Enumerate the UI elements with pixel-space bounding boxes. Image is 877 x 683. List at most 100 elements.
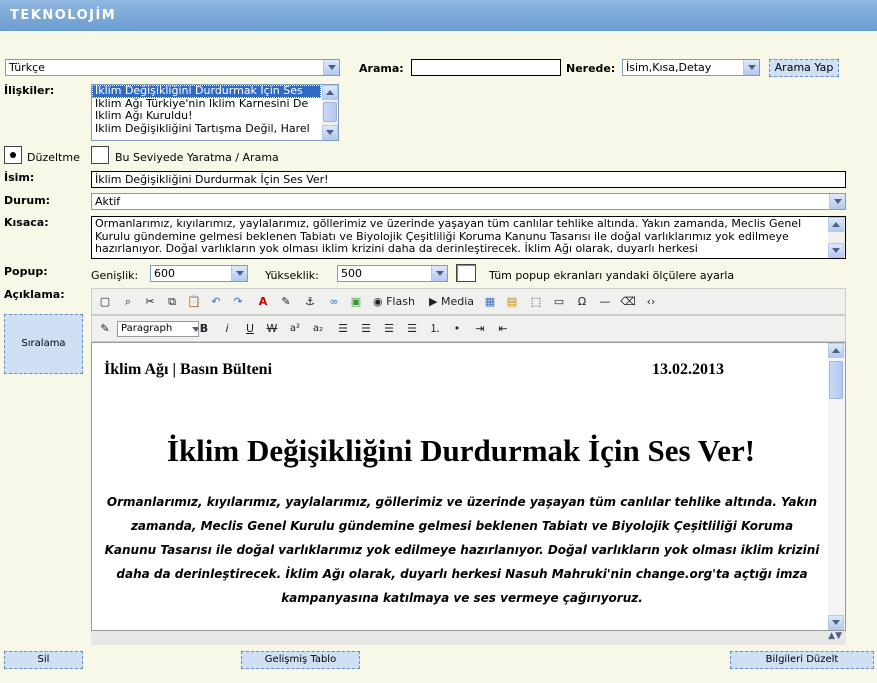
chevron-down-icon xyxy=(231,266,247,281)
chevron-down-icon xyxy=(431,266,447,281)
anchor-icon[interactable]: ⚓ xyxy=(302,294,318,310)
chevron-down-icon xyxy=(829,194,845,209)
delete-button[interactable]: Sil xyxy=(4,651,83,669)
editor-toolbar-1: ▢ ⌕ ✂ ⧉ 📋 ↶ ↷ A ✎ ⚓ ∞ ▣ ◉ Flash ▶ Media … xyxy=(91,288,846,315)
table-props-icon[interactable]: ▤ xyxy=(504,294,520,310)
scroll-up-icon[interactable] xyxy=(322,85,338,100)
html-source-icon[interactable]: ‹› xyxy=(643,294,659,310)
document-body: Ormanlarımız, kıyılarımız, yaylalarımız,… xyxy=(104,495,820,605)
undo-icon[interactable]: ↶ xyxy=(208,294,224,310)
name-field[interactable]: İklim Değişikliğini Durdurmak İçin Ses V… xyxy=(91,171,846,188)
scroll-down-icon[interactable] xyxy=(828,615,844,630)
summary-scrollbar[interactable] xyxy=(828,217,845,258)
paste-icon[interactable]: 📋 xyxy=(186,294,202,310)
strikethrough-icon[interactable]: W xyxy=(264,321,280,337)
where-select[interactable]: İsim,Kısa,Detay xyxy=(622,59,760,76)
italic-icon[interactable]: i xyxy=(219,321,235,337)
find-icon[interactable]: ⌕ xyxy=(120,294,136,310)
create-mode-radio[interactable] xyxy=(91,146,109,164)
status-label: Durum: xyxy=(4,194,51,207)
indent-icon[interactable]: ⇥ xyxy=(472,321,488,337)
document-title: İklim Değişikliğini Durdurmak İçin Ses V… xyxy=(166,433,756,468)
summary-label: Kısaca: xyxy=(4,216,49,229)
media-icon: ▶ xyxy=(429,295,438,308)
text-color-icon[interactable]: A xyxy=(255,294,271,310)
description-label: Açıklama: xyxy=(4,288,65,301)
width-label: Genişlik: xyxy=(91,269,139,282)
bullet-list-icon[interactable]: • xyxy=(449,321,465,337)
scroll-thumb[interactable] xyxy=(323,102,337,122)
resize-handle-icon[interactable]: ▲▼ xyxy=(828,631,842,641)
format-select[interactable]: Paragraph xyxy=(117,321,199,337)
search-button[interactable]: Arama Yap xyxy=(769,59,839,77)
top-bar: TEKNOLOJİM xyxy=(0,0,877,31)
search-input[interactable] xyxy=(411,59,561,76)
visual-aid-icon[interactable]: ⬚ xyxy=(528,294,544,310)
highlight-icon[interactable]: ✎ xyxy=(278,294,294,310)
outdent-icon[interactable]: ⇤ xyxy=(495,321,511,337)
numbered-list-icon[interactable]: ⒈ xyxy=(427,321,443,337)
name-label: İsim: xyxy=(4,171,35,184)
edit-mode-radio[interactable] xyxy=(4,146,22,164)
edit-icon[interactable]: ✎ xyxy=(97,321,113,337)
editor-scrollbar[interactable] xyxy=(828,343,845,630)
list-item[interactable]: İklim Ağı Kuruldu! xyxy=(92,110,321,123)
list-item[interactable]: İklim Değişikliğini Tartışma Değil, Hare… xyxy=(92,123,321,136)
relations-label: İlişkiler: xyxy=(4,84,55,97)
align-center-icon[interactable]: ☰ xyxy=(358,321,374,337)
status-select[interactable]: Aktif xyxy=(91,193,846,210)
flash-button[interactable]: ◉ Flash xyxy=(373,294,415,310)
layer-icon[interactable]: ▭ xyxy=(551,294,567,310)
language-select[interactable]: Türkçe xyxy=(5,59,340,76)
scroll-up-icon[interactable] xyxy=(828,217,844,232)
superscript-icon[interactable]: a² xyxy=(287,321,303,337)
redo-icon[interactable]: ↷ xyxy=(230,294,246,310)
copy-icon[interactable]: ⧉ xyxy=(164,294,180,310)
height-select[interactable]: 500 xyxy=(337,265,448,282)
editor-statusbar: ▲▼ xyxy=(91,631,846,645)
special-char-icon[interactable]: Ω xyxy=(574,294,590,310)
height-label: Yükseklik: xyxy=(265,269,319,282)
chevron-down-icon xyxy=(323,60,339,75)
scroll-up-icon[interactable] xyxy=(828,343,844,358)
scroll-thumb[interactable] xyxy=(829,361,843,399)
width-select[interactable]: 600 xyxy=(150,265,248,282)
image-icon[interactable]: ▣ xyxy=(348,294,364,310)
rich-text-editor[interactable]: İklim Ağı | Basın Bülteni 13.02.2013 İkl… xyxy=(91,342,846,631)
list-item[interactable]: İklim Ağı Türkiye'nin İklim Karnesini De xyxy=(92,98,321,111)
create-mode-label: Bu Seviyede Yaratma / Arama xyxy=(115,151,279,164)
popup-label: Popup: xyxy=(4,265,48,278)
sort-button[interactable]: Sıralama xyxy=(4,314,83,374)
align-left-icon[interactable]: ☰ xyxy=(335,321,351,337)
press-release-header: İklim Ağı | Basın Bülteni xyxy=(104,361,273,378)
subscript-icon[interactable]: a₂ xyxy=(310,321,326,337)
cut-icon[interactable]: ✂ xyxy=(142,294,158,310)
relations-scrollbar[interactable] xyxy=(322,85,338,140)
align-right-icon[interactable]: ☰ xyxy=(381,321,397,337)
link-icon[interactable]: ∞ xyxy=(326,294,342,310)
summary-textarea[interactable]: Ormanlarımız, kıyılarımız, yaylalarımız,… xyxy=(91,216,846,259)
eraser-icon[interactable]: ⌫ xyxy=(620,294,636,310)
table-icon[interactable]: ▦ xyxy=(482,294,498,310)
horizontal-rule-icon[interactable]: — xyxy=(597,294,613,310)
where-label: Nerede: xyxy=(566,62,616,75)
popup-all-checkbox[interactable] xyxy=(456,264,476,282)
scroll-down-icon[interactable] xyxy=(828,243,844,258)
search-label: Arama: xyxy=(359,62,404,75)
align-justify-icon[interactable]: ☰ xyxy=(404,321,420,337)
editor-toolbar-2: ✎ Paragraph B i U W a² a₂ ☰ ☰ ☰ ☰ ⒈ • ⇥ … xyxy=(91,315,846,342)
list-item[interactable]: İklim Değişikliğini Durdurmak İçin Ses xyxy=(92,85,321,98)
relations-listbox[interactable]: İklim Değişikliğini Durdurmak İçin Ses İ… xyxy=(91,84,339,141)
scroll-down-icon[interactable] xyxy=(322,125,338,140)
update-info-button[interactable]: Bilgileri Düzelt xyxy=(730,651,874,669)
edit-mode-label: Düzeltme xyxy=(27,151,80,164)
fullscreen-icon[interactable]: ▢ xyxy=(97,294,113,310)
chevron-down-icon xyxy=(743,60,759,75)
underline-icon[interactable]: U xyxy=(242,321,258,337)
advanced-table-button[interactable]: Gelişmiş Tablo xyxy=(241,651,360,669)
flash-icon: ◉ xyxy=(373,295,383,308)
press-release-date: 13.02.2013 xyxy=(652,361,724,378)
brand-logo: TEKNOLOJİM xyxy=(10,8,117,23)
media-button[interactable]: ▶ Media xyxy=(429,294,474,310)
bold-icon[interactable]: B xyxy=(196,321,212,337)
